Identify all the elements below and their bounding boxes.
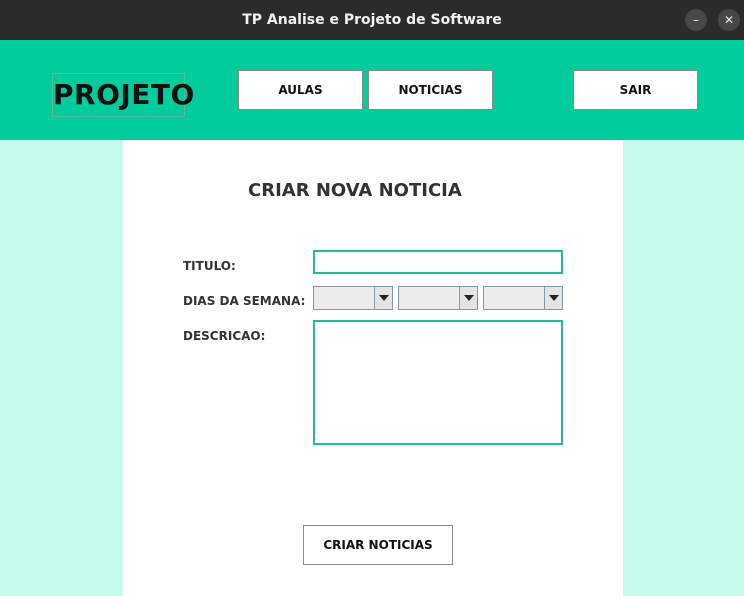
criar-noticias-button[interactable]: CRIAR NOTICIAS [303, 525, 453, 565]
descricao-textarea[interactable] [313, 320, 563, 445]
dia-select-1[interactable] [313, 286, 393, 310]
aulas-button[interactable]: AULAS [238, 70, 363, 110]
titulo-label: TITULO: [183, 259, 236, 273]
chevron-down-icon[interactable] [459, 287, 477, 309]
app-header: PROJETO AULAS NOTICIAS SAIR [0, 40, 744, 140]
descricao-label: DESCRICAO: [183, 329, 266, 343]
chevron-down-icon[interactable] [544, 287, 562, 309]
logo: PROJETO [52, 73, 194, 117]
window-title: TP Analise e Projeto de Software [242, 12, 502, 28]
chevron-down-icon[interactable] [374, 287, 392, 309]
close-icon[interactable]: ✕ [718, 9, 740, 31]
sair-button[interactable]: SAIR [573, 70, 698, 110]
window-titlebar: TP Analise e Projeto de Software – ✕ [0, 0, 744, 40]
form-title: CRIAR NOVA NOTICIA [248, 180, 462, 201]
dias-label: DIAS DA SEMANA: [183, 294, 306, 308]
dia-select-2[interactable] [398, 286, 478, 310]
noticias-button[interactable]: NOTICIAS [368, 70, 493, 110]
dia-select-3[interactable] [483, 286, 563, 310]
titulo-input[interactable] [313, 250, 563, 274]
minimize-icon[interactable]: – [685, 9, 707, 31]
